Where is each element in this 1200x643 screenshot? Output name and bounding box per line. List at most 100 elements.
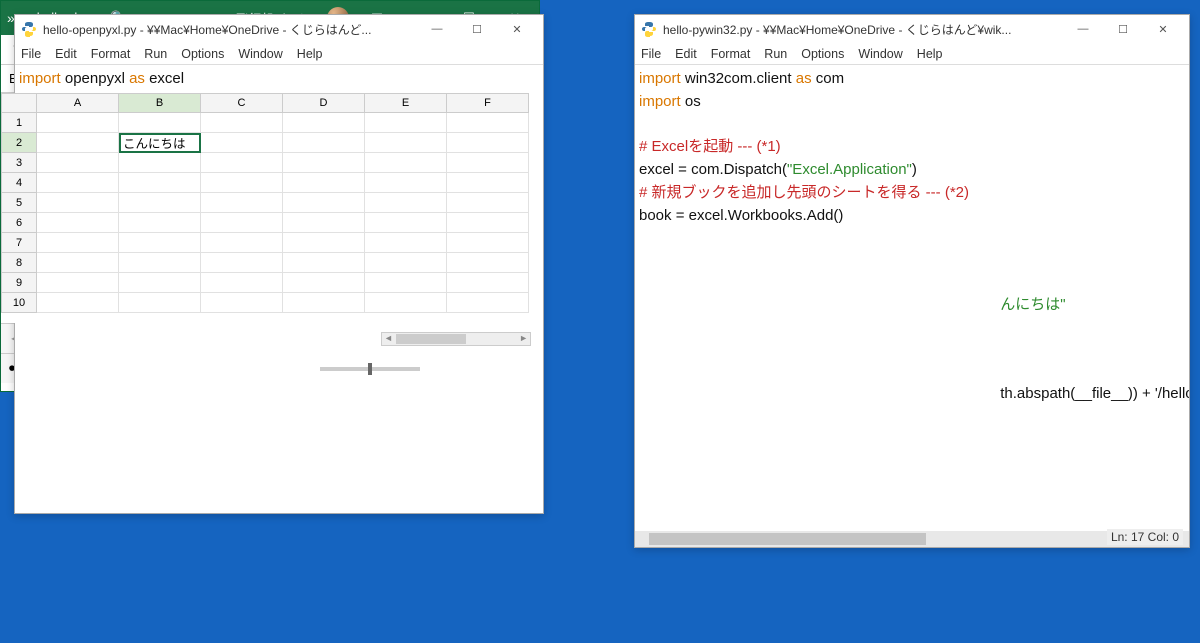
cell[interactable]: [447, 253, 529, 273]
titlebar[interactable]: hello-pywin32.py - ¥¥Mac¥Home¥OneDrive -…: [635, 15, 1189, 43]
cell[interactable]: [283, 153, 365, 173]
menu-format[interactable]: Format: [91, 47, 131, 61]
cell[interactable]: [119, 293, 201, 313]
row-header[interactable]: 9: [1, 273, 37, 293]
cell[interactable]: [119, 233, 201, 253]
cell[interactable]: [447, 133, 529, 153]
menu-edit[interactable]: Edit: [675, 47, 697, 61]
cell[interactable]: [283, 133, 365, 153]
cell[interactable]: [37, 173, 119, 193]
cell[interactable]: [447, 153, 529, 173]
cell[interactable]: [119, 213, 201, 233]
cell[interactable]: [365, 273, 447, 293]
cell[interactable]: [365, 193, 447, 213]
close-button[interactable]: ✕: [1143, 15, 1183, 43]
cell[interactable]: [283, 193, 365, 213]
cell[interactable]: [119, 253, 201, 273]
menu-help[interactable]: Help: [297, 47, 323, 61]
cell[interactable]: [37, 133, 119, 153]
spreadsheet-grid[interactable]: 1 2 3 4 5 6 7 8 9 10 A B C D E F こんにちは: [1, 93, 539, 323]
titlebar[interactable]: hello-openpyxl.py - ¥¥Mac¥Home¥OneDrive …: [15, 15, 543, 43]
cell[interactable]: [365, 213, 447, 233]
cell[interactable]: [119, 173, 201, 193]
cell[interactable]: [283, 213, 365, 233]
maximize-button[interactable]: ☐: [457, 15, 497, 43]
cell[interactable]: [447, 293, 529, 313]
col-header[interactable]: B: [119, 93, 201, 113]
cell[interactable]: [37, 193, 119, 213]
cell[interactable]: [201, 153, 283, 173]
cell[interactable]: [119, 193, 201, 213]
row-header[interactable]: 5: [1, 193, 37, 213]
menu-format[interactable]: Format: [711, 47, 751, 61]
cell[interactable]: [283, 273, 365, 293]
col-header[interactable]: D: [283, 93, 365, 113]
cell[interactable]: [119, 273, 201, 293]
menu-window[interactable]: Window: [238, 47, 282, 61]
cell[interactable]: [37, 233, 119, 253]
cell[interactable]: [201, 293, 283, 313]
cell[interactable]: [119, 153, 201, 173]
col-header[interactable]: A: [37, 93, 119, 113]
col-header[interactable]: F: [447, 93, 529, 113]
horizontal-scrollbar[interactable]: [381, 332, 531, 346]
cell[interactable]: [201, 133, 283, 153]
cell[interactable]: [365, 233, 447, 253]
cell[interactable]: [37, 273, 119, 293]
cell[interactable]: [283, 253, 365, 273]
close-button[interactable]: ✕: [497, 15, 537, 43]
cell[interactable]: [365, 253, 447, 273]
cell[interactable]: こんにちは: [119, 133, 201, 153]
cell[interactable]: [365, 153, 447, 173]
row-header[interactable]: 4: [1, 173, 37, 193]
menu-run[interactable]: Run: [764, 47, 787, 61]
row-header[interactable]: 6: [1, 213, 37, 233]
cell[interactable]: [119, 113, 201, 133]
minimize-button[interactable]: —: [417, 15, 457, 43]
cell[interactable]: [201, 253, 283, 273]
cell[interactable]: [365, 133, 447, 153]
col-header[interactable]: C: [201, 93, 283, 113]
cell[interactable]: [283, 233, 365, 253]
cell[interactable]: [201, 193, 283, 213]
menu-options[interactable]: Options: [801, 47, 844, 61]
menu-run[interactable]: Run: [144, 47, 167, 61]
menu-options[interactable]: Options: [181, 47, 224, 61]
cell[interactable]: [447, 273, 529, 293]
menu-window[interactable]: Window: [858, 47, 902, 61]
menu-file[interactable]: File: [21, 47, 41, 61]
row-header[interactable]: 8: [1, 253, 37, 273]
cell[interactable]: [447, 193, 529, 213]
cell[interactable]: [37, 293, 119, 313]
cell[interactable]: [365, 293, 447, 313]
maximize-button[interactable]: ☐: [1103, 15, 1143, 43]
cell[interactable]: [37, 253, 119, 273]
cell[interactable]: [365, 113, 447, 133]
cell[interactable]: [447, 233, 529, 253]
horizontal-scrollbar[interactable]: [635, 531, 1189, 547]
cell[interactable]: [365, 173, 447, 193]
cell[interactable]: [37, 113, 119, 133]
cell[interactable]: [37, 153, 119, 173]
row-header[interactable]: 2: [1, 133, 37, 153]
menu-file[interactable]: File: [641, 47, 661, 61]
row-header[interactable]: 10: [1, 293, 37, 313]
cell[interactable]: [447, 213, 529, 233]
select-all-corner[interactable]: [1, 93, 37, 113]
cell[interactable]: [201, 173, 283, 193]
row-header[interactable]: 1: [1, 113, 37, 133]
zoom-slider[interactable]: [320, 367, 420, 371]
cell[interactable]: [283, 113, 365, 133]
cell[interactable]: [283, 173, 365, 193]
cell[interactable]: [201, 213, 283, 233]
cell[interactable]: [447, 173, 529, 193]
col-header[interactable]: E: [365, 93, 447, 113]
row-header[interactable]: 3: [1, 153, 37, 173]
cell[interactable]: [283, 293, 365, 313]
cell[interactable]: [201, 113, 283, 133]
menu-help[interactable]: Help: [917, 47, 943, 61]
code-editor[interactable]: import win32com.client as com import os …: [635, 65, 1189, 547]
menu-edit[interactable]: Edit: [55, 47, 77, 61]
cell[interactable]: [447, 113, 529, 133]
minimize-button[interactable]: —: [1063, 15, 1103, 43]
